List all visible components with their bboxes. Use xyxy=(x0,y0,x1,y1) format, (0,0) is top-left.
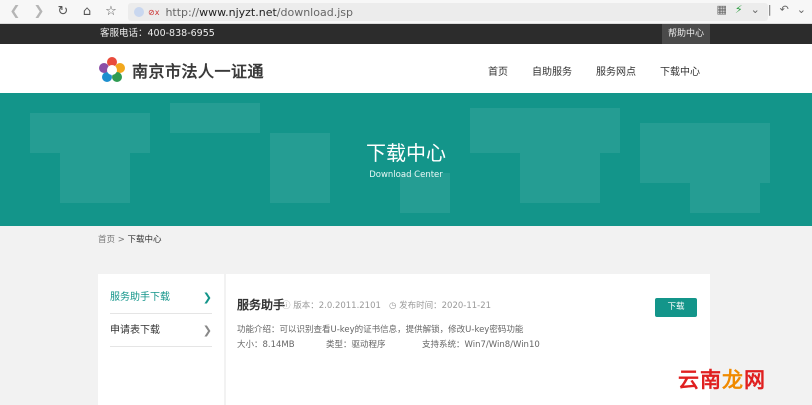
browser-extensions: ▦ ⚡ ⌄ | ↶ ⌄ xyxy=(716,3,806,16)
back-icon[interactable]: ❮ xyxy=(6,3,24,21)
breadcrumb-home[interactable]: 首页 xyxy=(98,235,115,245)
breadcrumb-current: 下载中心 xyxy=(127,235,162,245)
clock-icon: ◷ xyxy=(389,301,397,311)
page-banner: 下载中心 Download Center xyxy=(0,93,812,226)
date-text: 发布时间：2020-11-21 xyxy=(399,301,492,311)
watermark-logo: 云南龙网 xyxy=(678,364,766,394)
sidebar-item-service-assistant[interactable]: 服务助手下载 ❯ xyxy=(110,282,212,314)
product-description: 功能介绍：可以识别查看U-key的证书信息，提供解锁，修改U-key密码功能 xyxy=(237,325,524,335)
undo-icon[interactable]: ↶ xyxy=(780,3,789,16)
separator: | xyxy=(767,3,772,16)
permission-icon[interactable]: ⊘x xyxy=(148,8,159,17)
url-host: www.njyzt.net xyxy=(199,5,277,19)
sidebar-item-label: 申请表下载 xyxy=(110,325,160,336)
watermark-part-2: 龙 xyxy=(722,368,744,392)
top-bar: 客服电话：400-838-6955 帮助中心 xyxy=(0,24,812,44)
download-button[interactable]: 下载 xyxy=(655,298,697,317)
product-version: ⓘ 版本：2.0.2011.2101 xyxy=(282,299,381,311)
chevron-down-icon[interactable]: ⌄ xyxy=(751,3,760,16)
banner-title: 下载中心 xyxy=(366,141,446,165)
version-text: 版本：2.0.2011.2101 xyxy=(293,301,381,311)
breadcrumb-separator: > xyxy=(117,235,125,245)
hotline-text: 客服电话：400-838-6955 xyxy=(100,28,215,39)
chevron-right-icon: ❯ xyxy=(202,291,212,304)
sidebar-item-label: 服务助手下载 xyxy=(110,292,170,303)
grid-icon[interactable]: ▦ xyxy=(716,3,726,16)
reload-icon[interactable]: ↻ xyxy=(54,3,72,21)
nav-item-service-outlets[interactable]: 服务网点 xyxy=(596,63,636,78)
site-info-icon[interactable] xyxy=(134,7,144,17)
nav-item-home[interactable]: 首页 xyxy=(488,63,508,78)
product-release-date: ◷ 发布时间：2020-11-21 xyxy=(389,299,491,311)
home-icon[interactable]: ⌂ xyxy=(78,3,96,21)
product-system: 支持系统：Win7/Win8/Win10 xyxy=(422,340,540,350)
product-type: 类型：驱动程序 xyxy=(326,340,386,350)
browser-toolbar: ❮ ❯ ↻ ⌂ ☆ ⊘x http://www.njyzt.net/downlo… xyxy=(0,0,812,24)
url-path: /download.jsp xyxy=(276,5,353,19)
watermark-part-3: 网 xyxy=(744,368,766,392)
banner-subtitle: Download Center xyxy=(369,170,443,180)
bookmark-star-icon[interactable]: ☆ xyxy=(102,3,120,21)
chevron-down-icon[interactable]: ⌄ xyxy=(797,3,806,16)
product-size: 大小：8.14MB xyxy=(237,340,295,350)
nav-item-self-service[interactable]: 自助服务 xyxy=(532,63,572,78)
address-bar[interactable]: ⊘x http://www.njyzt.net/download.jsp xyxy=(128,3,768,21)
nav-item-download-center[interactable]: 下载中心 xyxy=(660,63,700,78)
watermark-part-1: 云南 xyxy=(678,368,722,392)
sidebar-item-application-form[interactable]: 申请表下载 ❯ xyxy=(110,315,212,347)
info-icon: ⓘ xyxy=(282,301,291,311)
breadcrumb: 首页 > 下载中心 xyxy=(98,233,162,245)
site-header: 南京市法人一证通 首页 自助服务 服务网点 下载中心 xyxy=(0,44,812,93)
sidebar: 服务助手下载 ❯ 申请表下载 ❯ xyxy=(98,274,224,405)
main-nav: 首页 自助服务 服务网点 下载中心 xyxy=(488,63,700,78)
product-name: 服务助手 xyxy=(237,298,286,312)
help-center-button[interactable]: 帮助中心 xyxy=(662,24,710,44)
site-name[interactable]: 南京市法人一证通 xyxy=(132,58,264,82)
url-scheme: http:// xyxy=(165,5,200,19)
forward-icon[interactable]: ❯ xyxy=(30,3,48,21)
logo-icon[interactable] xyxy=(98,56,126,84)
download-panel: 服务助手 ⓘ 版本：2.0.2011.2101 ◷ 发布时间：2020-11-2… xyxy=(226,274,710,405)
chevron-right-icon: ❯ xyxy=(202,324,212,337)
lightning-icon[interactable]: ⚡ xyxy=(735,3,743,16)
